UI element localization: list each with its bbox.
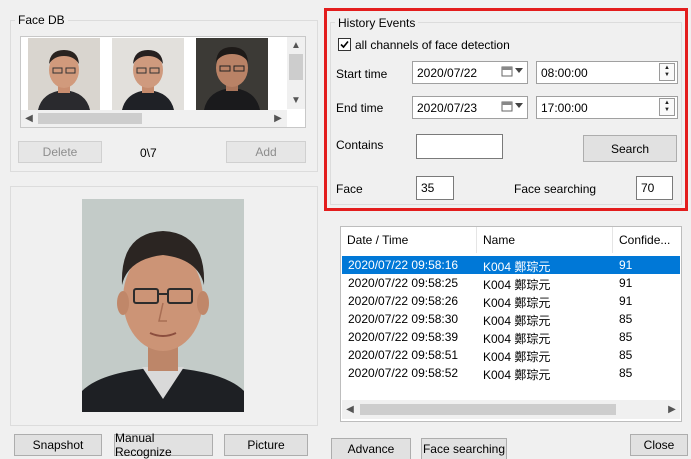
row-datetime: 2020/07/22 09:58:30 <box>348 312 459 326</box>
advance-button[interactable]: Advance <box>331 438 411 459</box>
face-db-hscroll-thumb[interactable] <box>38 113 142 124</box>
row-datetime: 2020/07/22 09:58:16 <box>348 258 459 272</box>
table-row[interactable]: 2020/07/22 09:58:39 K004 鄭琮元 85 <box>342 328 680 346</box>
row-confidence: 85 <box>619 366 633 380</box>
row-name: K004 鄭琮元 <box>483 296 551 310</box>
table-row[interactable]: 2020/07/22 09:58:26 K004 鄭琮元 91 <box>342 292 680 310</box>
results-list[interactable]: Date / Time Name Confide... 2020/07/22 0… <box>340 226 682 422</box>
face-thumbnail[interactable] <box>196 38 268 110</box>
row-name: K004 鄭琮元 <box>483 332 551 346</box>
scroll-down-icon[interactable]: ▼ <box>287 93 305 107</box>
scroll-right-icon[interactable]: ▶ <box>271 111 285 126</box>
row-confidence: 91 <box>619 294 633 308</box>
scroll-left-icon[interactable]: ◀ <box>22 111 36 126</box>
column-header-name[interactable]: Name <box>477 227 613 253</box>
close-button[interactable]: Close <box>630 434 688 456</box>
scroll-left-icon[interactable]: ◀ <box>343 402 357 417</box>
table-row[interactable]: 2020/07/22 09:58:30 K004 鄭琮元 85 <box>342 310 680 328</box>
row-confidence: 85 <box>619 330 633 344</box>
row-name: K004 鄭琮元 <box>483 314 551 328</box>
face-searching-button[interactable]: Face searching <box>421 438 507 459</box>
row-name: K004 鄭琮元 <box>483 350 551 364</box>
table-row[interactable]: 2020/07/22 09:58:25 K004 鄭琮元 91 <box>342 274 680 292</box>
snapshot-button[interactable]: Snapshot <box>14 434 102 456</box>
face-thumbnail[interactable] <box>112 38 184 110</box>
row-confidence: 85 <box>619 348 633 362</box>
face-thumbnail[interactable] <box>28 38 100 110</box>
row-datetime: 2020/07/22 09:58:25 <box>348 276 459 290</box>
face-db-vscroll-thumb[interactable] <box>289 54 303 80</box>
highlight-box <box>324 8 688 211</box>
row-confidence: 85 <box>619 312 633 326</box>
add-button[interactable]: Add <box>226 141 306 163</box>
row-datetime: 2020/07/22 09:58:39 <box>348 330 459 344</box>
column-header-datetime[interactable]: Date / Time <box>341 227 477 253</box>
table-row[interactable]: 2020/07/22 09:58:51 K004 鄭琮元 85 <box>342 346 680 364</box>
scroll-up-icon[interactable]: ▲ <box>287 38 305 52</box>
row-datetime: 2020/07/22 09:58:26 <box>348 294 459 308</box>
preview-image <box>82 199 244 412</box>
row-name: K004 鄭琮元 <box>483 278 551 292</box>
delete-button[interactable]: Delete <box>18 141 102 163</box>
row-datetime: 2020/07/22 09:58:52 <box>348 366 459 380</box>
row-name: K004 鄭琮元 <box>483 368 551 382</box>
picture-button[interactable]: Picture <box>224 434 308 456</box>
scroll-right-icon[interactable]: ▶ <box>665 402 679 417</box>
manual-recognize-button[interactable]: Manual Recognize <box>114 431 213 459</box>
results-hscroll-thumb[interactable] <box>360 404 616 415</box>
column-header-confidence[interactable]: Confide... <box>613 227 681 253</box>
row-confidence: 91 <box>619 276 633 290</box>
row-datetime: 2020/07/22 09:58:51 <box>348 348 459 362</box>
face-db-title: Face DB <box>15 13 68 27</box>
face-db-count: 0\7 <box>140 146 157 160</box>
table-row[interactable]: 2020/07/22 09:58:52 K004 鄭琮元 85 <box>342 364 680 382</box>
row-name: K004 鄭琮元 <box>483 260 551 274</box>
table-row[interactable]: 2020/07/22 09:58:16 K004 鄭琮元 91 <box>342 256 680 274</box>
row-confidence: 91 <box>619 258 633 272</box>
